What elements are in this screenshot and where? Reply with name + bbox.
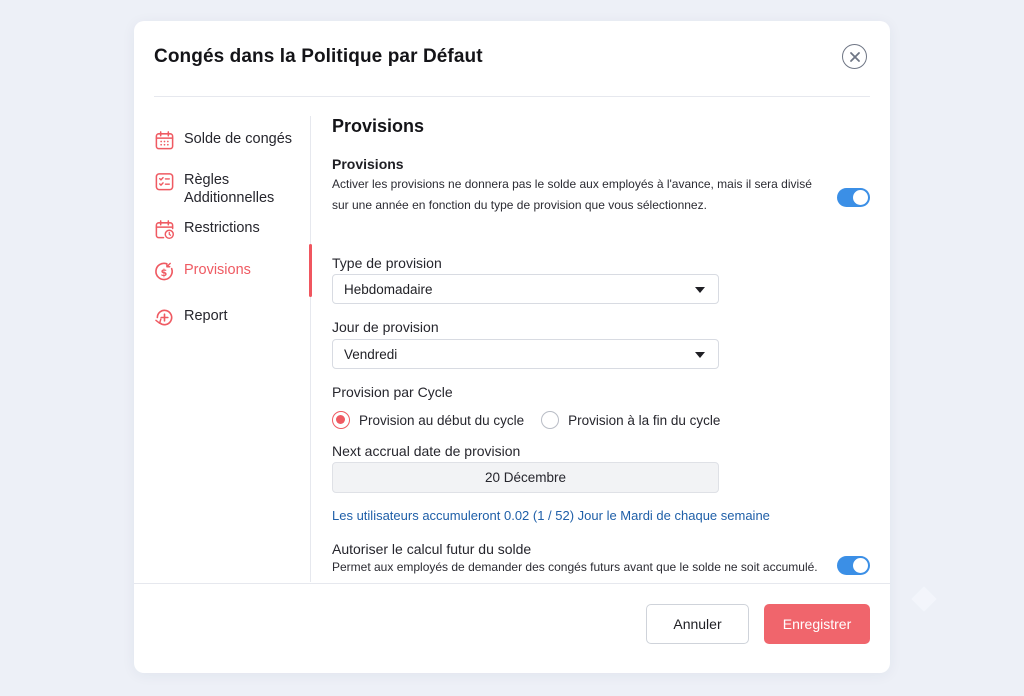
- accrual-info-text: Les utilisateurs accumuleront 0.02 (1 / …: [332, 508, 770, 523]
- future-calc-label: Autoriser le calcul futur du solde: [332, 541, 532, 557]
- sidebar-divider: [310, 116, 311, 582]
- radio-selected-icon: [332, 411, 350, 429]
- calendar-grid-icon: [155, 131, 174, 150]
- sidebar-item-label: Provisions: [184, 262, 251, 278]
- calendar-clock-icon: [155, 220, 174, 239]
- radio-fin-cycle[interactable]: Provision à la fin du cycle: [541, 411, 720, 429]
- sidebar-item-label: Report: [184, 308, 228, 324]
- sidebar-item-provisions[interactable]: $ Provisions: [154, 261, 251, 282]
- background-sparkle: [911, 586, 937, 612]
- active-indicator: [309, 244, 312, 297]
- sidebar-item-report[interactable]: Report: [154, 307, 228, 328]
- provisions-toggle[interactable]: [837, 188, 870, 207]
- caret-down-icon: [695, 287, 705, 293]
- close-icon: [849, 51, 860, 62]
- future-calc-description: Permet aux employés de demander des cong…: [332, 560, 818, 574]
- radio-debut-cycle[interactable]: Provision au début du cycle: [332, 411, 524, 429]
- sidebar-item-regles[interactable]: Règles Additionnelles: [154, 171, 289, 207]
- toggle-knob: [853, 558, 868, 573]
- jour-provision-select[interactable]: Vendredi: [332, 339, 719, 369]
- type-provision-label: Type de provision: [332, 255, 442, 271]
- plus-refresh-icon: [155, 309, 173, 326]
- next-accrual-field: 20 Décembre: [332, 462, 719, 493]
- save-button[interactable]: Enregistrer: [764, 604, 870, 644]
- sidebar-item-label: Restrictions: [184, 220, 260, 236]
- provisions-description-line1: Activer les provisions ne donnera pas le…: [332, 177, 812, 191]
- radio-label: Provision à la fin du cycle: [568, 412, 721, 428]
- future-calc-toggle[interactable]: [837, 556, 870, 575]
- cancel-button[interactable]: Annuler: [646, 604, 749, 644]
- checklist-icon: [155, 173, 174, 191]
- provisions-label: Provisions: [332, 156, 404, 172]
- type-provision-value: Hebdomadaire: [344, 282, 433, 297]
- policy-modal: Congés dans la Politique par Défaut Sold…: [134, 21, 890, 673]
- dollar-refresh-icon: $: [155, 262, 173, 281]
- toggle-knob: [853, 190, 868, 205]
- sidebar-item-solde[interactable]: Solde de congés: [154, 130, 292, 151]
- section-title: Provisions: [332, 116, 425, 136]
- svg-text:$: $: [161, 268, 168, 279]
- cycle-label: Provision par Cycle: [332, 384, 453, 400]
- type-provision-select[interactable]: Hebdomadaire: [332, 274, 719, 304]
- provisions-description: Activer les provisions ne donnera pas le…: [332, 174, 812, 216]
- close-button[interactable]: [842, 44, 867, 69]
- sidebar-item-restrictions[interactable]: Restrictions: [154, 219, 260, 240]
- radio-unselected-icon: [541, 411, 560, 429]
- provisions-description-line2: sur une année en fonction du type de pro…: [332, 198, 707, 212]
- caret-down-icon: [695, 352, 705, 358]
- header-divider: [154, 96, 870, 97]
- sidebar-item-label: Solde de congés: [184, 131, 293, 147]
- modal-title: Congés dans la Politique par Défaut: [154, 46, 483, 67]
- jour-provision-label: Jour de provision: [332, 319, 439, 335]
- footer-divider: [134, 583, 890, 584]
- radio-label: Provision au début du cycle: [359, 412, 525, 428]
- sidebar-item-label: Règles Additionnelles: [184, 172, 275, 206]
- next-accrual-label: Next accrual date de provision: [332, 443, 521, 459]
- jour-provision-value: Vendredi: [344, 347, 398, 362]
- cycle-radio-group: Provision au début du cycle Provision à …: [332, 411, 737, 429]
